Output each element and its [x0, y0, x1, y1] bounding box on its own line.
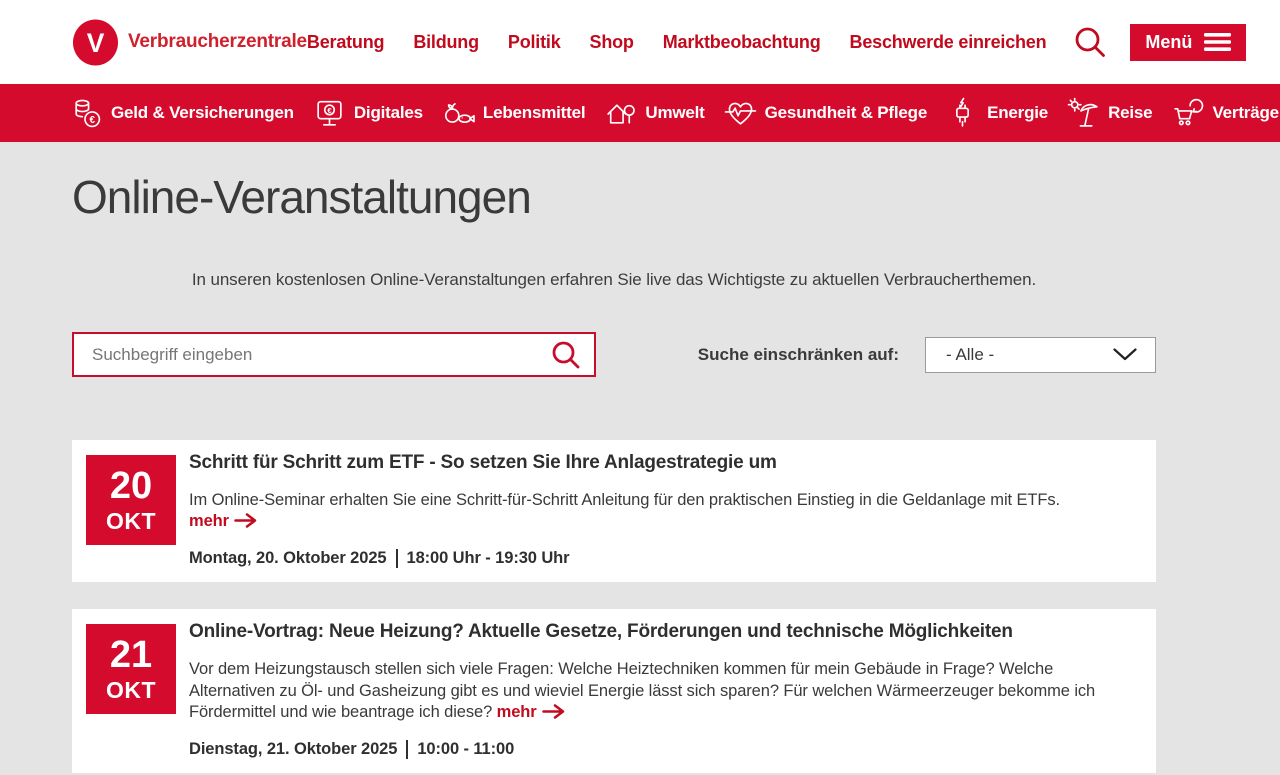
event-list: 20 OKT Schritt für Schritt zum ETF - So …: [72, 440, 1156, 773]
category-digitales[interactable]: € Digitales: [313, 97, 423, 130]
event-search-submit-button[interactable]: [546, 335, 586, 375]
event-date-text: Montag, 20. Oktober 2025: [189, 549, 387, 568]
event-title[interactable]: Online-Vortrag: Neue Heizung? Aktuelle G…: [189, 621, 1132, 643]
arrow-right-icon: [234, 513, 258, 528]
apple-fish-icon: [442, 97, 475, 130]
nav-item-politik[interactable]: Politik: [508, 32, 561, 53]
nav-item-bildung[interactable]: Bildung: [413, 32, 479, 53]
category-bar: € Geld & Versicherungen € Digitales Lebe…: [0, 84, 1280, 142]
event-month: OKT: [106, 510, 156, 533]
more-link-label: mehr: [497, 703, 537, 721]
event-date-badge: 21 OKT: [86, 624, 176, 714]
menu-button-label: Menü: [1145, 32, 1192, 53]
event-time-text: 10:00 - 11:00: [417, 740, 514, 759]
event-day: 20: [110, 467, 152, 505]
nav-item-marktbeobachtung[interactable]: Marktbeobachtung: [663, 32, 821, 53]
filter-label: Suche einschränken auf:: [698, 345, 899, 365]
site-header: V Verbraucherzentrale Beratung Bildung P…: [0, 0, 1280, 84]
svg-text:€: €: [327, 105, 332, 114]
monitor-euro-icon: €: [313, 97, 346, 130]
event-time-text: 18:00 Uhr - 19:30 Uhr: [407, 549, 570, 568]
search-row: Suche einschränken auf: - Alle -: [72, 332, 1156, 377]
category-energie[interactable]: Energie: [946, 97, 1048, 130]
category-label: Energie: [987, 103, 1048, 123]
page-title: Online-Veranstaltungen: [72, 170, 1156, 224]
event-card[interactable]: 20 OKT Schritt für Schritt zum ETF - So …: [72, 440, 1156, 582]
event-month: OKT: [106, 679, 156, 702]
event-date-badge: 20 OKT: [86, 455, 176, 545]
filter-selected-value: - Alle -: [946, 345, 994, 365]
more-link[interactable]: mehr: [497, 703, 566, 721]
category-gesundheit-pflege[interactable]: Gesundheit & Pflege: [724, 97, 927, 130]
event-search-input[interactable]: [72, 332, 596, 377]
event-title[interactable]: Schritt für Schritt zum ETF - So setzen …: [189, 452, 1132, 474]
category-label: Lebensmittel: [483, 103, 585, 123]
nav-item-beschwerde[interactable]: Beschwerde einreichen: [850, 32, 1047, 53]
chevron-down-icon: [1113, 348, 1137, 361]
heart-pulse-icon: [724, 97, 757, 130]
logo-v-icon: V: [72, 19, 119, 66]
menu-button[interactable]: Menü: [1130, 24, 1246, 61]
category-label: Geld & Versicherungen: [111, 103, 294, 123]
category-umwelt[interactable]: Umwelt: [604, 97, 704, 130]
coins-euro-icon: €: [70, 97, 103, 130]
date-time-divider: [406, 740, 408, 759]
intro-text: In unseren kostenlosen Online-Veranstalt…: [72, 270, 1156, 290]
plug-icon: [946, 97, 979, 130]
event-date-text: Dienstag, 21. Oktober 2025: [189, 740, 397, 759]
filter-select[interactable]: - Alle -: [925, 337, 1156, 373]
house-tree-icon: [604, 97, 637, 130]
category-lebensmittel[interactable]: Lebensmittel: [442, 97, 585, 130]
arrow-right-icon: [542, 704, 566, 719]
event-datetime: Montag, 20. Oktober 2025 18:00 Uhr - 19:…: [189, 549, 1132, 568]
category-vertraege[interactable]: Verträge: [1171, 97, 1278, 130]
hamburger-icon: [1204, 32, 1231, 52]
search-icon: [1072, 24, 1108, 60]
logo-wordmark: Verbraucherzentrale: [128, 31, 307, 53]
nav-item-beratung[interactable]: Beratung: [307, 32, 384, 53]
nav-item-shop[interactable]: Shop: [590, 32, 634, 53]
event-day: 21: [110, 636, 152, 674]
event-datetime: Dienstag, 21. Oktober 2025 10:00 - 11:00: [189, 740, 1132, 759]
category-label: Umwelt: [645, 103, 704, 123]
main-nav: Beratung Bildung Politik Shop Marktbeoba…: [307, 32, 1047, 53]
event-description-text: Vor dem Heizungstausch stellen sich viel…: [189, 660, 1095, 721]
main-content: Online-Veranstaltungen In unseren kosten…: [0, 142, 1280, 775]
event-card[interactable]: 21 OKT Online-Vortrag: Neue Heizung? Akt…: [72, 609, 1156, 773]
cart-refresh-icon: [1171, 97, 1204, 130]
search-filter: Suche einschränken auf: - Alle -: [698, 337, 1156, 373]
event-description: Vor dem Heizungstausch stellen sich viel…: [189, 659, 1132, 724]
category-label: Gesundheit & Pflege: [765, 103, 927, 123]
category-label: Reise: [1108, 103, 1152, 123]
more-link[interactable]: mehr: [189, 512, 258, 530]
event-description: Im Online-Seminar erhalten Sie eine Schr…: [189, 490, 1132, 533]
category-geld-versicherungen[interactable]: € Geld & Versicherungen: [70, 97, 294, 130]
event-search-box: [72, 332, 596, 377]
category-reise[interactable]: Reise: [1067, 97, 1152, 130]
category-label: Digitales: [354, 103, 423, 123]
header-search-button[interactable]: [1070, 22, 1110, 62]
search-icon: [550, 339, 582, 371]
category-label: Verträge: [1212, 103, 1278, 123]
date-time-divider: [396, 549, 398, 568]
svg-text:€: €: [89, 114, 95, 125]
logo[interactable]: V Verbraucherzentrale: [72, 19, 307, 66]
more-link-label: mehr: [189, 512, 229, 530]
svg-text:V: V: [87, 27, 105, 57]
sun-umbrella-icon: [1067, 97, 1100, 130]
event-description-text: Im Online-Seminar erhalten Sie eine Schr…: [189, 491, 1060, 509]
